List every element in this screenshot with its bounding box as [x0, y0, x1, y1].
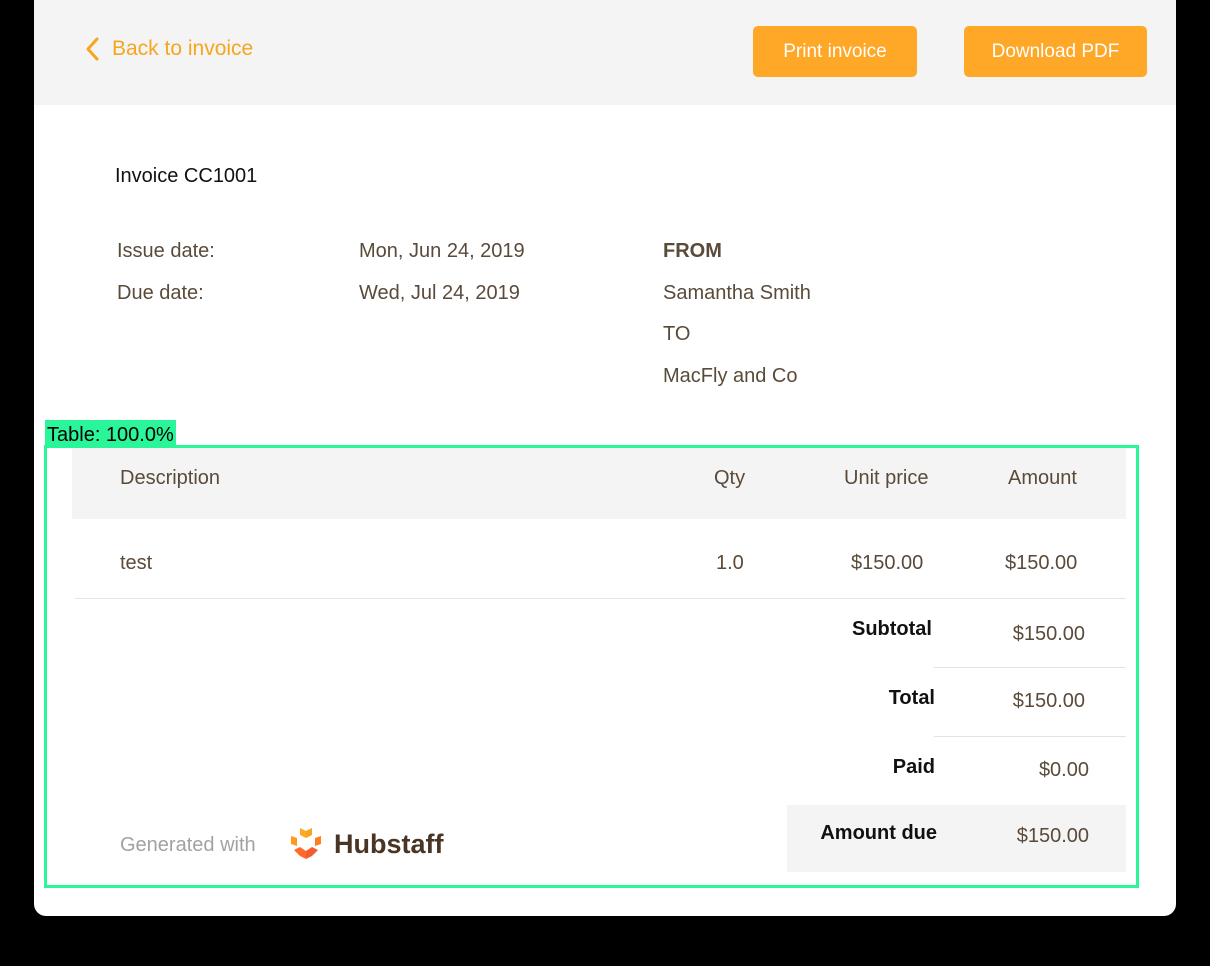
row-divider: [75, 598, 1126, 599]
back-to-invoice-link[interactable]: Back to invoice: [84, 36, 253, 62]
header-unit-price: Unit price: [844, 467, 929, 489]
summary-divider: [934, 667, 1126, 668]
header-amount: Amount: [1008, 467, 1077, 489]
invoice-card: Back to invoice Print invoice Download P…: [34, 0, 1176, 916]
issue-date-value: Mon, Jun 24, 2019: [359, 240, 525, 262]
summary-divider: [934, 736, 1126, 737]
table-header: [72, 448, 1126, 519]
amount-due-label: Amount due: [820, 822, 937, 844]
to-label: TO: [663, 323, 691, 345]
generated-with-label: Generated with: [120, 834, 256, 856]
header-qty: Qty: [714, 467, 746, 489]
hubstaff-logo-icon: [291, 828, 321, 859]
row-qty: 1.0: [716, 552, 744, 574]
due-date-value: Wed, Jul 24, 2019: [359, 282, 520, 304]
top-bar: Back to invoice Print invoice Download P…: [34, 0, 1176, 105]
chevron-left-icon: [86, 37, 99, 61]
total-label: Total: [888, 687, 935, 709]
download-pdf-button[interactable]: Download PDF: [964, 26, 1147, 77]
back-link-label: Back to invoice: [112, 37, 254, 60]
row-description: test: [120, 552, 153, 574]
row-unit-price: $150.00: [851, 552, 924, 574]
from-value: Samantha Smith: [663, 282, 811, 304]
table-annotation-label: Table: 100.0%: [45, 420, 176, 446]
invoice-title: Invoice CC1001: [115, 165, 258, 187]
paid-value: $0.00: [1038, 759, 1089, 781]
hubstaff-logo-text: Hubstaff: [334, 828, 444, 859]
subtotal-label: Subtotal: [852, 618, 932, 640]
amount-due-value: $150.00: [1016, 825, 1089, 847]
row-amount: $150.00: [1005, 552, 1078, 574]
print-invoice-button[interactable]: Print invoice: [753, 26, 917, 77]
issue-date-label: Issue date:: [117, 240, 215, 262]
paid-label: Paid: [892, 756, 935, 778]
header-description: Description: [120, 467, 221, 489]
from-label: FROM: [663, 240, 722, 262]
hubstaff-logo[interactable]: Hubstaff: [288, 826, 444, 862]
due-date-label: Due date:: [117, 282, 204, 304]
total-value: $150.00: [1012, 690, 1085, 712]
to-value: MacFly and Co: [663, 365, 798, 387]
subtotal-value: $150.00: [1012, 623, 1085, 645]
